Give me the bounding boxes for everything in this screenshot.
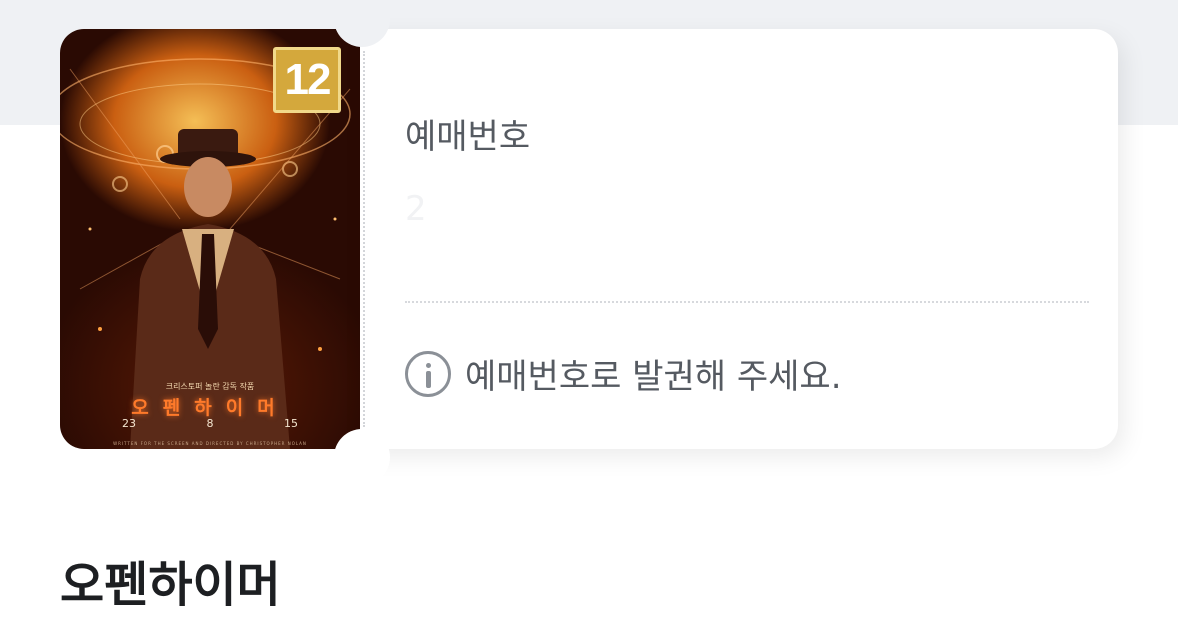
info-icon xyxy=(405,350,451,397)
reservation-number-value[interactable]: 2 xyxy=(405,189,427,229)
ticket-notch-bottom xyxy=(334,429,390,485)
poster-title: 오펜하이머 xyxy=(131,397,289,419)
poster-date-year: 23 xyxy=(122,417,136,430)
movie-title: 오펜하이머 xyxy=(60,557,281,613)
poster-credit: 크리스토퍼 놀란 감독 작품 xyxy=(165,382,255,391)
reservation-number-label: 예매번호 xyxy=(405,117,531,157)
poster-date-day: 15 xyxy=(284,417,298,430)
poster-bottom-credit: WRITTEN FOR THE SCREEN AND DIRECTED BY C… xyxy=(113,441,307,446)
issue-notice: 예매번호로 발권해 주세요. xyxy=(405,349,842,398)
age-rating-badge: 12 xyxy=(273,47,341,113)
ticket-card[interactable]: 12 크리스토퍼 놀란 감독 작품 오펜하이머 23 8 15 WRITTEN … xyxy=(60,0,1118,485)
issue-notice-text: 예매번호로 발권해 주세요. xyxy=(465,357,842,397)
movie-poster: 12 크리스토퍼 놀란 감독 작품 오펜하이머 23 8 15 WRITTEN … xyxy=(60,29,360,449)
poster-date-month: 8 xyxy=(206,417,214,430)
ticket-divider xyxy=(405,301,1089,303)
poster-release-date: 23 8 15 xyxy=(122,417,298,430)
ticket-perforation xyxy=(363,51,365,427)
